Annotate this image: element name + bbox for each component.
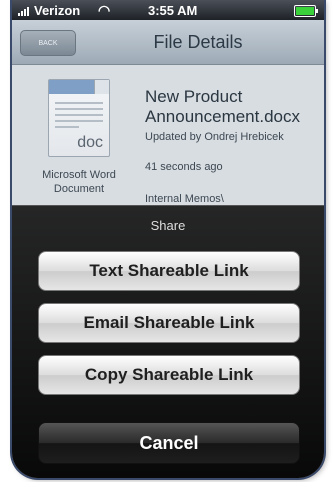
page-title: File Details <box>153 32 243 52</box>
status-bar: Verizon ◠ 3:55 AM <box>12 0 324 20</box>
file-type-label: Microsoft Word Document <box>42 169 116 195</box>
copy-shareable-link-button[interactable]: Copy Shareable Link <box>38 355 300 395</box>
share-action-sheet: Share Text Shareable Link Email Shareabl… <box>12 205 324 478</box>
word-document-icon: doc <box>48 79 110 157</box>
action-sheet-title: Share <box>150 218 186 233</box>
file-name: New Product Announcement.docx <box>145 87 300 126</box>
updated-by-label: Updated by Ondrej Hrebicek <box>145 131 284 143</box>
text-shareable-link-button[interactable]: Text Shareable Link <box>38 251 300 291</box>
modified-time-label: 41 seconds ago <box>145 161 223 173</box>
phone-screen: Verizon ◠ 3:55 AM BACK File Details doc … <box>12 0 324 478</box>
status-time: 3:55 AM <box>148 3 198 18</box>
cancel-button[interactable]: Cancel <box>38 422 300 464</box>
email-shareable-link-button[interactable]: Email Shareable Link <box>38 303 300 343</box>
folder-path-label: Internal Memos\ <box>145 193 224 205</box>
carrier-name: Verizon <box>34 3 81 18</box>
battery-icon <box>294 5 318 17</box>
back-button[interactable]: BACK <box>20 30 76 56</box>
file-extension-label: doc <box>77 134 103 151</box>
navigation-bar: BACK File Details <box>12 20 324 65</box>
signal-strength-icon <box>18 6 32 16</box>
wifi-icon: ◠ <box>98 2 111 18</box>
